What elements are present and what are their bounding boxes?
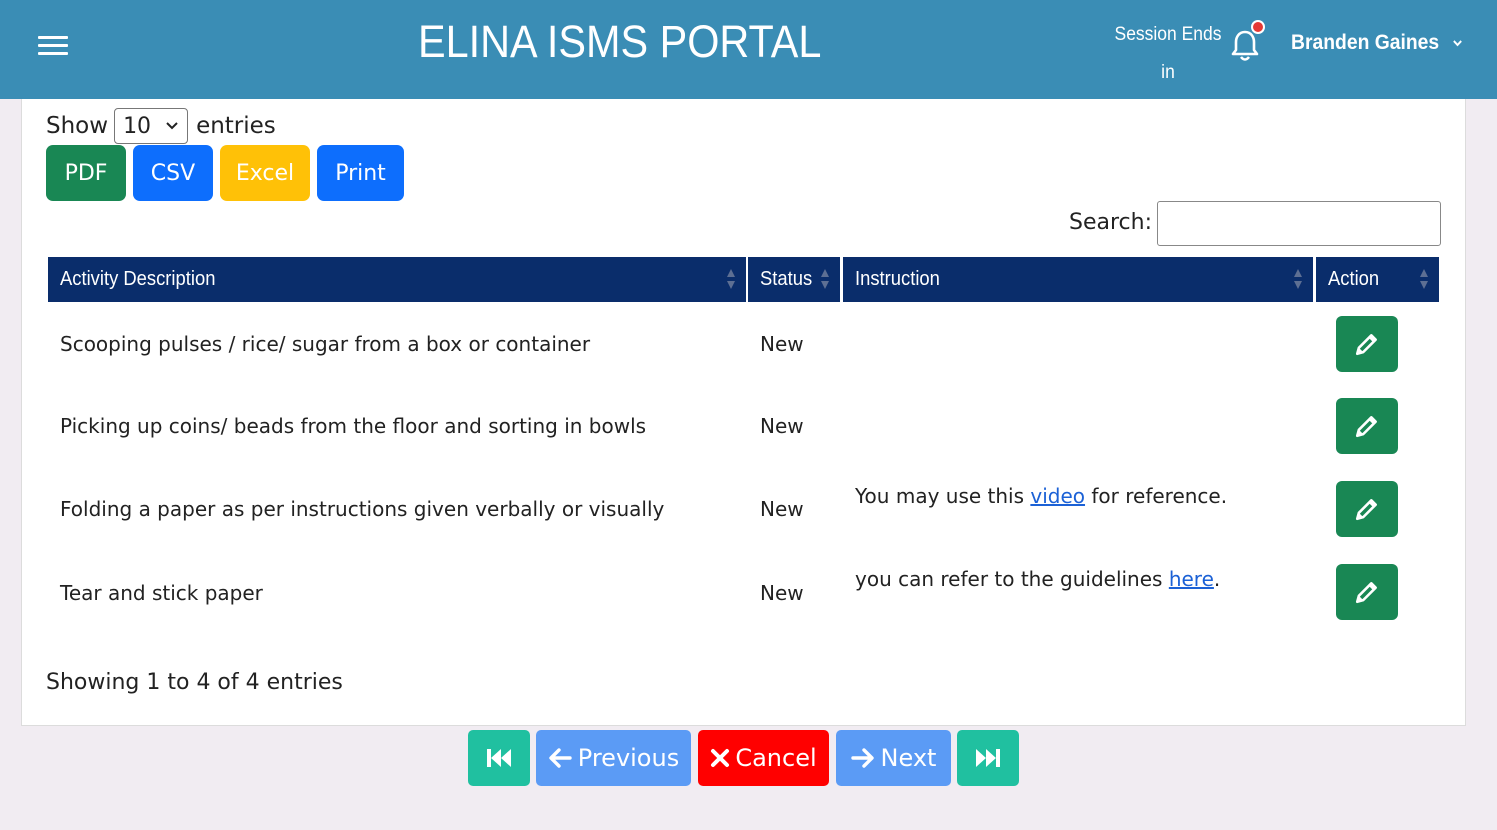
activity-cell: Picking up coins/ beads from the floor a… [60,414,647,438]
status-cell: New [760,414,804,438]
instruction-text: . [1213,567,1221,591]
next-button[interactable]: Next [836,730,951,786]
column-header-status[interactable]: Status [748,257,840,302]
last-button[interactable] [957,730,1019,786]
cancel-label: Cancel [735,744,817,772]
video-link[interactable]: video [1030,484,1085,508]
instruction-text: You may use this [855,484,1031,508]
search-input[interactable] [1157,201,1441,246]
column-header-label: Activity Description [60,268,216,290]
sort-icon [727,269,735,289]
table-info: Showing 1 to 4 of 4 entries [46,670,343,695]
activity-cell: Tear and stick paper [60,581,263,605]
previous-button[interactable]: Previous [536,730,691,786]
activity-cell: Folding a paper as per instructions give… [60,497,665,521]
entries-length-control: Show 10 entries [46,108,276,144]
column-header-instruction[interactable]: Instruction [843,257,1313,302]
skip-backward-icon [487,749,511,767]
column-header-label: Instruction [855,268,940,290]
csv-button[interactable]: CSV [133,145,213,201]
arrow-left-icon [549,748,572,768]
status-cell: New [760,332,804,356]
sort-icon [821,269,829,289]
pencil-icon [1355,416,1377,438]
portal-title: ELINA ISMS PORTAL [418,16,822,67]
notification-badge [1251,20,1265,34]
previous-label: Previous [577,744,680,772]
entries-select-value: 10 [123,113,152,139]
user-menu[interactable]: Branden Gaines [1291,31,1463,55]
edit-button[interactable] [1336,564,1398,620]
pencil-icon [1355,334,1377,356]
sort-icon [1420,269,1428,289]
session-label: Session Ends in [1114,24,1222,83]
first-button[interactable] [468,730,530,786]
guidelines-link[interactable]: here [1169,567,1214,591]
chevron-down-icon [1453,40,1462,47]
column-header-label: Status [760,268,813,290]
search-label: Search: [1069,210,1152,235]
status-cell: New [760,497,804,521]
sort-icon [1294,269,1302,289]
chevron-down-icon [166,122,178,130]
excel-button[interactable]: Excel [220,145,310,201]
instruction-text: for reference. [1085,484,1228,508]
next-label: Next [880,744,937,772]
edit-button[interactable] [1336,481,1398,537]
user-name: Branden Gaines [1291,31,1440,54]
hamburger-icon[interactable] [38,36,68,58]
print-button[interactable]: Print [317,145,404,201]
status-cell: New [760,581,804,605]
skip-forward-icon [976,749,1000,767]
column-header-label: Action [1328,268,1380,290]
instruction-cell: you can refer to the guidelines here. [855,567,1220,591]
entries-select[interactable]: 10 [114,108,189,144]
edit-button[interactable] [1336,316,1398,372]
pdf-button[interactable]: PDF [46,145,126,201]
arrow-right-icon [850,748,874,768]
edit-button[interactable] [1336,398,1398,454]
cancel-button[interactable]: Cancel [698,730,829,786]
instruction-cell: You may use this video for reference. [855,484,1227,508]
instruction-text: you can refer to the guidelines [855,567,1169,591]
pencil-icon [1355,499,1377,521]
entries-label: entries [196,113,276,139]
column-header-action[interactable]: Action [1316,257,1439,302]
column-header-activity[interactable]: Activity Description [48,257,746,302]
top-bar: ELINA ISMS PORTAL Session Ends in 1h 58m… [0,0,1497,121]
pencil-icon [1355,582,1377,604]
x-icon [711,749,730,767]
show-label: Show [46,113,109,139]
activity-cell: Scooping pulses / rice/ sugar from a box… [60,332,591,356]
